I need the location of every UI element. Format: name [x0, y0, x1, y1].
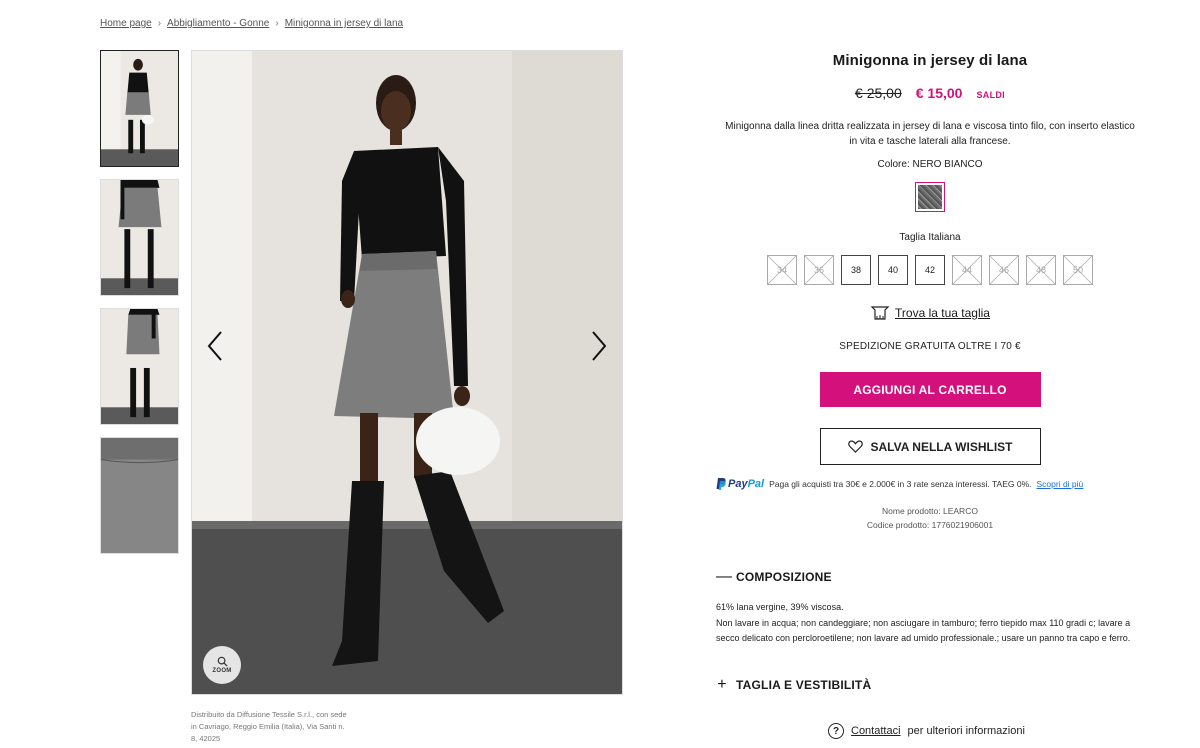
size-fit-toggle[interactable]: + TAGLIA E VESTIBILITÀ: [716, 676, 871, 694]
size-option-44[interactable]: 44: [952, 255, 982, 285]
size-option-label: 38: [850, 265, 861, 275]
paypal-logo-pay: Pay: [728, 478, 748, 490]
paypal-banner: Pay Pal Paga gli acquisti tra 30€ e 2.000…: [710, 478, 1150, 490]
shipping-info: SPEDIZIONE GRATUITA OLTRE I 70 €: [839, 341, 1021, 352]
paypal-text: Paga gli acquisti tra 30€ e 2.000€ in 3 …: [769, 479, 1032, 489]
chevron-right-icon: [592, 331, 607, 361]
contact-link[interactable]: Contattaci: [851, 725, 901, 737]
product-name: Nome prodotto: LEARCO: [882, 506, 978, 516]
size-option-label: 36: [813, 265, 824, 275]
size-guide-label: Trova la tua taglia: [895, 306, 990, 320]
size-option-label: 44: [961, 265, 972, 275]
next-image-button[interactable]: [584, 326, 614, 366]
wishlist-label: SALVA NELLA WISHLIST: [870, 439, 1013, 454]
breadcrumb: Home page › Abbigliamento - Gonne › Mini…: [100, 18, 403, 29]
zoom-button[interactable]: ZOOM: [203, 646, 241, 684]
distributor-info: Distribuito da Diffusione Tessile S.r.l.…: [191, 710, 347, 743]
thumbnail-list: [100, 50, 179, 566]
ruler-hanger-icon: [870, 306, 890, 320]
size-option-40[interactable]: 40: [878, 255, 908, 285]
magnifier-icon: [217, 656, 228, 667]
breadcrumb-home[interactable]: Home page: [100, 18, 152, 29]
color-label: Colore: NERO BIANCO: [877, 159, 983, 170]
sale-badge: SALDI: [976, 90, 1005, 100]
heart-icon: [847, 440, 863, 453]
zoom-label: ZOOM: [212, 668, 232, 674]
paypal-icon: [716, 478, 726, 490]
thumbnail-3[interactable]: [100, 308, 179, 425]
size-option-label: 40: [887, 265, 898, 275]
paypal-logo: Pay Pal: [716, 478, 764, 490]
size-option-38[interactable]: 38: [841, 255, 871, 285]
size-option-48[interactable]: 48: [1026, 255, 1056, 285]
product-info: Minigonna in jersey di lana € 25,00 € 15…: [710, 50, 1150, 532]
product-code: Codice prodotto: 1776021906001: [866, 520, 994, 530]
contact-text: per ulteriori informazioni: [907, 725, 1025, 737]
size-option-42[interactable]: 42: [915, 255, 945, 285]
size-option-46[interactable]: 46: [989, 255, 1019, 285]
breadcrumb-category[interactable]: Abbigliamento - Gonne: [167, 18, 269, 29]
size-option-36[interactable]: 36: [804, 255, 834, 285]
chevron-right-icon: ›: [157, 18, 162, 29]
composition-content: 61% lana vergine, 39% viscosa. Non lavar…: [716, 600, 1150, 647]
product-title: Minigonna in jersey di lana: [832, 52, 1028, 69]
composition-toggle[interactable]: — COMPOSIZIONE: [716, 568, 832, 586]
product-photo: [192, 51, 622, 694]
collapse-icon: —: [716, 568, 733, 585]
size-option-label: 48: [1035, 265, 1046, 275]
wishlist-button[interactable]: SALVA NELLA WISHLIST: [819, 428, 1041, 465]
size-guide-link[interactable]: Trova la tua taglia: [710, 305, 1150, 321]
chevron-left-icon: [207, 331, 222, 361]
composition-care: Non lavare in acqua; non candeggiare; no…: [716, 617, 1131, 644]
size-label: Taglia Italiana: [899, 232, 961, 243]
main-product-image[interactable]: ZOOM: [191, 50, 623, 695]
composition-title: COMPOSIZIONE: [736, 570, 832, 584]
sale-price: € 15,00: [915, 85, 963, 101]
help-icon: ?: [828, 723, 844, 739]
contact-row: ? Contattaci per ulteriori informazioni: [828, 723, 1025, 739]
size-option-50[interactable]: 50: [1063, 255, 1093, 285]
size-fit-title: TAGLIA E VESTIBILITÀ: [736, 678, 872, 692]
size-option-label: 46: [998, 265, 1009, 275]
size-option-label: 42: [924, 265, 935, 275]
size-option-34[interactable]: 34: [767, 255, 797, 285]
chevron-right-icon: ›: [275, 18, 279, 29]
product-description: Minigonna dalla linea dritta realizzata …: [725, 121, 1135, 147]
composition-materials: 61% lana vergine, 39% viscosa.: [716, 602, 844, 612]
old-price: € 25,00: [855, 85, 902, 101]
previous-image-button[interactable]: [200, 326, 230, 366]
size-selector: 34 36 38 40 42 44 46 48 50: [710, 255, 1150, 285]
color-swatch-nero-bianco[interactable]: [915, 182, 945, 212]
expand-icon: +: [717, 676, 727, 693]
breadcrumb-current[interactable]: Minigonna in jersey di lana: [285, 18, 403, 29]
thumbnail-1[interactable]: [100, 50, 179, 167]
paypal-logo-pal: Pal: [747, 478, 765, 490]
thumbnail-2[interactable]: [100, 179, 179, 296]
add-to-cart-button[interactable]: AGGIUNGI AL CARRELLO: [819, 372, 1041, 407]
product-meta: Nome prodotto: LEARCO Codice prodotto: 1…: [710, 504, 1150, 532]
size-option-label: 50: [1072, 265, 1083, 275]
paypal-learn-more-link[interactable]: Scopri di più: [1037, 479, 1084, 489]
swatch-pattern: [918, 185, 942, 209]
price-row: € 25,00 € 15,00 SALDI: [710, 85, 1150, 101]
size-option-label: 34: [776, 265, 787, 275]
thumbnail-4[interactable]: [100, 437, 179, 554]
